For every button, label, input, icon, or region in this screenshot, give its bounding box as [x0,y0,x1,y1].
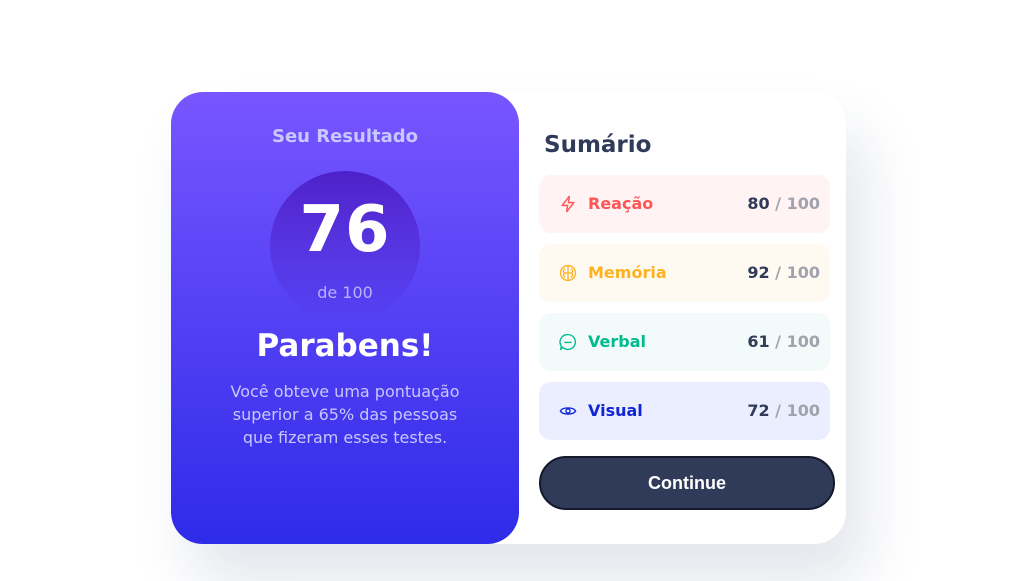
score-total: de 100 [317,283,373,302]
summary-item-score: 61 / 100 [747,332,820,351]
summary-item-score: 92 / 100 [747,263,820,282]
result-panel: Seu Resultado 76 de 100 Parabens! Você o… [171,92,519,544]
eye-icon [559,407,577,415]
score-total: 100 [786,194,820,213]
continue-button[interactable]: Continue [539,456,835,510]
score-total: 100 [786,263,820,282]
result-description: Você obteve uma pontuação superior a 65%… [230,382,460,447]
summary-item-score: 80 / 100 [747,194,820,213]
summary-item-visual: Visual 72 / 100 [539,382,830,440]
score-value: 76 [299,193,391,267]
score-separator: / [769,194,787,213]
score-value: 61 [747,332,770,351]
score-value: 80 [747,194,770,213]
score-circle: 76 de 100 [270,171,420,321]
score-value: 92 [747,263,770,282]
summary-item-label: Reação [588,194,654,213]
summary-item-label: Visual [588,401,643,420]
summary-title: Sumário [544,132,652,158]
score-total: 100 [786,332,820,351]
summary-item-verbal: Verbal 61 / 100 [539,313,830,371]
summary-item-score: 72 / 100 [747,401,820,420]
lightning-icon [561,195,575,213]
score-total: 100 [786,401,820,420]
summary-item-label: Memória [588,263,667,282]
summary-item-reaction: Reação 80 / 100 [539,175,830,233]
chat-bubble-icon [559,333,577,351]
score-separator: / [769,263,787,282]
summary-item-memory: Memória 92 / 100 [539,244,830,302]
results-card: Seu Resultado 76 de 100 Parabens! Você o… [171,92,846,544]
score-separator: / [769,332,787,351]
result-heading: Seu Resultado [271,126,419,147]
score-value: 72 [747,401,770,420]
brain-icon [559,264,577,282]
result-title: Parabens! [256,328,434,364]
score-separator: / [769,401,787,420]
summary-item-label: Verbal [588,332,646,351]
